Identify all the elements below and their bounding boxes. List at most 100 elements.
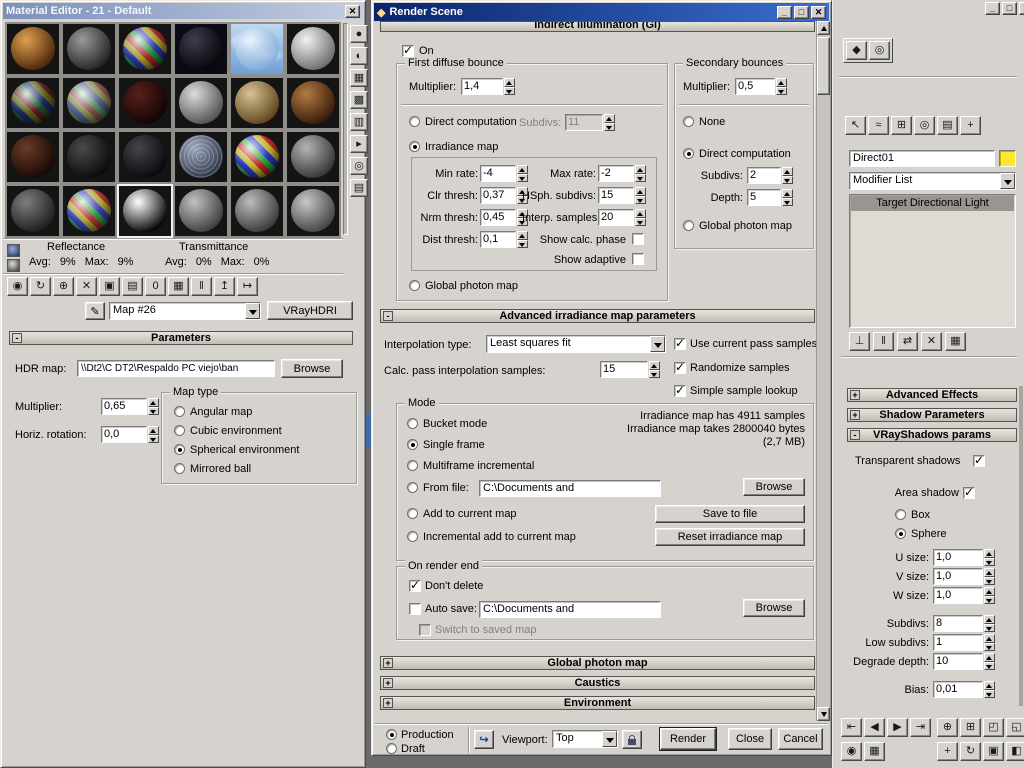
material-slot[interactable] bbox=[61, 184, 117, 238]
material-slot[interactable] bbox=[5, 76, 61, 130]
horiz-rotation-value[interactable]: 0,0 bbox=[101, 426, 147, 443]
video-color-check-icon[interactable]: ▥ bbox=[350, 113, 368, 131]
material-slot[interactable] bbox=[173, 184, 229, 238]
collapse-icon[interactable]: - bbox=[850, 430, 860, 440]
w-size-value[interactable]: 1,0 bbox=[933, 587, 983, 604]
chevron-down-icon[interactable] bbox=[650, 336, 665, 352]
mirrored-ball-radio[interactable] bbox=[174, 463, 185, 474]
zoom-icon[interactable]: ⊕ bbox=[937, 718, 958, 737]
multiplier-spinner[interactable]: 0,65 bbox=[101, 398, 159, 415]
indirect-illumination-rollout[interactable]: Indirect illumination (GI) bbox=[380, 21, 815, 32]
none-radio[interactable] bbox=[683, 116, 694, 127]
sphere-radio[interactable] bbox=[895, 528, 906, 539]
put-to-library-icon[interactable]: ▤ bbox=[122, 277, 143, 296]
spinner-down-icon[interactable] bbox=[517, 239, 528, 248]
material-slot[interactable] bbox=[61, 76, 117, 130]
viewport-combobox[interactable]: Top bbox=[552, 730, 618, 748]
browse-button[interactable]: Browse bbox=[743, 599, 805, 617]
close-button[interactable]: ✕ bbox=[811, 5, 826, 19]
secondary-subdivs-spinner[interactable]: 2 bbox=[747, 167, 793, 184]
material-editor-titlebar[interactable]: Material Editor - 21 - Default ✕ bbox=[3, 3, 363, 19]
spinner-up-icon[interactable] bbox=[649, 361, 660, 370]
direct-computation-radio[interactable] bbox=[683, 148, 694, 159]
spinner-down-icon[interactable] bbox=[984, 661, 995, 670]
show-map-in-viewport-icon[interactable]: ▦ bbox=[168, 277, 189, 296]
maximize-button[interactable]: □ bbox=[1002, 2, 1017, 15]
calc-pass-value[interactable]: 15 bbox=[600, 361, 648, 378]
maximize-viewport-icon[interactable]: ◧ bbox=[1006, 742, 1024, 761]
modifier-stack-list[interactable]: Target Directional Light bbox=[849, 194, 1016, 328]
background-icon[interactable]: ▦ bbox=[350, 69, 368, 87]
interp-samples-spinner[interactable]: 20 bbox=[598, 209, 646, 226]
spinner-up-icon[interactable] bbox=[984, 549, 995, 558]
from-file-field[interactable]: C:\Documents and bbox=[479, 480, 661, 497]
angular-map-radio[interactable] bbox=[174, 406, 185, 417]
spinner-up-icon[interactable] bbox=[984, 587, 995, 596]
stack-item-selected[interactable]: Target Directional Light bbox=[851, 196, 1014, 211]
min-rate-spinner[interactable]: -4 bbox=[480, 165, 528, 182]
expand-icon[interactable]: + bbox=[383, 658, 393, 668]
pan-icon[interactable]: + bbox=[937, 742, 958, 761]
panel-scrollbar[interactable] bbox=[1019, 386, 1023, 706]
add-to-current-map-radio[interactable] bbox=[407, 508, 418, 519]
pin-stack-icon[interactable]: ⊥ bbox=[849, 332, 870, 351]
material-slot[interactable] bbox=[117, 76, 173, 130]
global-photon-map-rollout[interactable]: + Global photon map bbox=[380, 656, 815, 670]
spinner-down-icon[interactable] bbox=[776, 86, 787, 95]
spinner-up-icon[interactable] bbox=[517, 231, 528, 240]
cubic-environment-radio[interactable] bbox=[174, 425, 185, 436]
close-button[interactable]: ✕ bbox=[1019, 2, 1024, 15]
interpolation-type-combobox[interactable]: Least squares fit bbox=[486, 335, 666, 353]
spinner-down-icon[interactable] bbox=[635, 173, 646, 182]
spinner-up-icon[interactable] bbox=[504, 78, 515, 87]
assign-to-selection-icon[interactable]: ⊕ bbox=[53, 277, 74, 296]
viewport-lock-button[interactable] bbox=[622, 730, 642, 749]
spinner-up-icon[interactable] bbox=[148, 398, 159, 407]
simple-sample-lookup-checkbox[interactable] bbox=[674, 383, 686, 397]
object-name-field[interactable]: Direct01 bbox=[849, 150, 995, 167]
panel-create-icon[interactable]: ↖ bbox=[845, 116, 866, 135]
environment-rollout[interactable]: + Environment bbox=[380, 696, 815, 710]
multiframe-incremental-radio[interactable] bbox=[407, 460, 418, 471]
material-slot[interactable] bbox=[285, 184, 341, 238]
clr-thresh-spinner[interactable]: 0,37 bbox=[480, 187, 528, 204]
close-button[interactable]: ✕ bbox=[345, 4, 360, 18]
chevron-down-icon[interactable] bbox=[602, 731, 617, 747]
time-config-icon[interactable]: ▦ bbox=[864, 742, 885, 761]
spinner-down-icon[interactable] bbox=[517, 173, 528, 182]
scroll-up-icon[interactable] bbox=[817, 21, 830, 35]
scroll-down-icon[interactable] bbox=[817, 707, 830, 721]
play-icon[interactable]: ▶ bbox=[887, 718, 908, 737]
expand-icon[interactable]: + bbox=[383, 698, 393, 708]
material-slot[interactable] bbox=[285, 76, 341, 130]
configure-modifier-sets-icon[interactable]: ▦ bbox=[945, 332, 966, 351]
chevron-down-icon[interactable] bbox=[245, 303, 260, 319]
secondary-multiplier-spinner[interactable]: 0,5 bbox=[735, 78, 787, 95]
get-material-icon[interactable]: ◉ bbox=[7, 277, 28, 296]
material-slot[interactable] bbox=[173, 22, 229, 76]
horiz-rotation-spinner[interactable]: 0,0 bbox=[101, 426, 159, 443]
material-slot[interactable] bbox=[5, 130, 61, 184]
spinner-down-icon[interactable] bbox=[148, 434, 159, 443]
spinner-up-icon[interactable] bbox=[776, 78, 787, 87]
nrm-thresh-spinner[interactable]: 0,45 bbox=[480, 209, 528, 226]
spinner-down-icon[interactable] bbox=[782, 175, 793, 184]
spherical-environment-radio[interactable] bbox=[174, 444, 185, 455]
show-end-result-icon[interactable]: ‖ bbox=[191, 277, 212, 296]
map-name-combobox[interactable]: Map #26 bbox=[109, 302, 261, 320]
render-last-icon[interactable]: ◎ bbox=[869, 41, 890, 60]
go-to-start-icon[interactable]: ⇤ bbox=[841, 718, 862, 737]
spinner-up-icon[interactable] bbox=[148, 426, 159, 435]
zoom-all-icon[interactable]: ⊞ bbox=[960, 718, 981, 737]
minimize-button[interactable]: _ bbox=[777, 5, 792, 19]
reset-irradiance-map-button[interactable]: Reset irradiance map bbox=[655, 528, 805, 546]
v-size-value[interactable]: 1,0 bbox=[933, 568, 983, 585]
spinner-down-icon[interactable] bbox=[649, 369, 660, 378]
minimize-button[interactable]: _ bbox=[985, 2, 1000, 15]
spinner-up-icon[interactable] bbox=[635, 165, 646, 174]
browse-button[interactable]: Browse bbox=[743, 478, 805, 496]
irradiance-map-radio[interactable] bbox=[409, 141, 420, 152]
spinner-down-icon[interactable] bbox=[984, 642, 995, 651]
auto-save-field[interactable]: C:\Documents and bbox=[479, 601, 661, 618]
expand-icon[interactable]: + bbox=[850, 410, 860, 420]
